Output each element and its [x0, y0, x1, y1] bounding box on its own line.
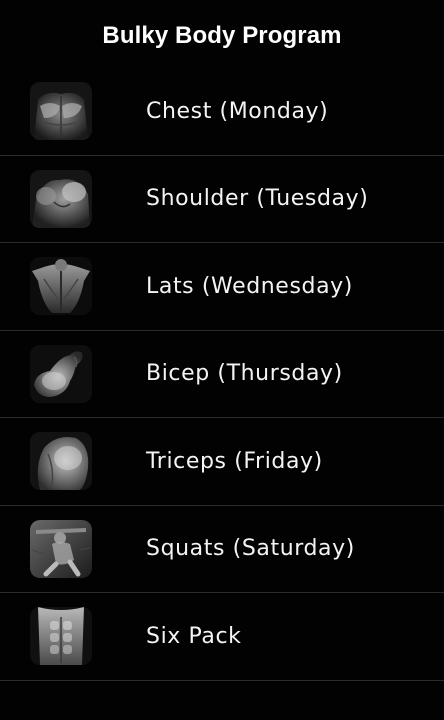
triceps-icon [30, 432, 92, 491]
workout-list: Chest (Monday) Shoulder (Tuesday) Lats (… [0, 68, 444, 681]
chest-icon [30, 82, 92, 141]
list-item-lats[interactable]: Lats (Wednesday) [0, 243, 444, 331]
squats-icon [30, 519, 92, 578]
app-header: Bulky Body Program [0, 0, 444, 72]
list-item-label: Triceps (Friday) [146, 448, 323, 474]
six-pack-icon [30, 607, 92, 666]
list-item-label: Chest (Monday) [146, 98, 329, 124]
list-item-six-pack[interactable]: Six Pack [0, 593, 444, 681]
list-item-label: Squats (Saturday) [146, 536, 355, 562]
list-item-label: Six Pack [146, 623, 242, 649]
page-title: Bulky Body Program [102, 22, 342, 49]
list-item-shoulder[interactable]: Shoulder (Tuesday) [0, 156, 444, 243]
list-item-squats[interactable]: Squats (Saturday) [0, 506, 444, 593]
list-item-chest[interactable]: Chest (Monday) [0, 68, 444, 156]
bicep-icon [30, 344, 92, 403]
list-item-triceps[interactable]: Triceps (Friday) [0, 418, 444, 506]
list-item-label: Shoulder (Tuesday) [146, 186, 369, 212]
lats-icon [30, 257, 92, 316]
list-item-bicep[interactable]: Bicep (Thursday) [0, 331, 444, 418]
list-item-label: Lats (Wednesday) [146, 273, 353, 299]
list-item-label: Bicep (Thursday) [146, 361, 343, 387]
shoulder-icon [30, 169, 92, 228]
